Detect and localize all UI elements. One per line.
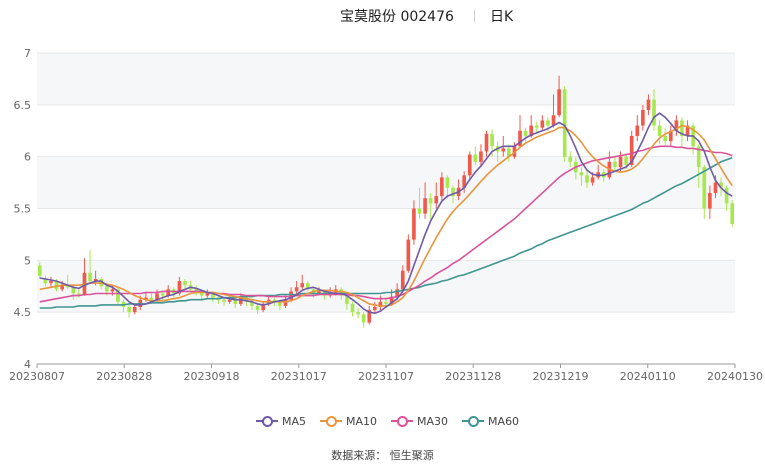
candle-body (585, 175, 589, 183)
candle-body (479, 151, 483, 162)
candle-body (579, 172, 584, 176)
candle-body (227, 299, 232, 302)
candle-body (434, 196, 439, 204)
legend: MA5 MA10 MA30 MA60 (256, 412, 519, 430)
candle-body (546, 120, 550, 126)
x-tick-label: 20240110 (620, 370, 676, 383)
candle-body (641, 110, 645, 126)
legend-swatch-ma10 (320, 415, 343, 427)
candle-body (484, 133, 489, 152)
candle-body (557, 89, 561, 116)
legend-item-ma30[interactable]: MA30 (391, 415, 448, 428)
candle-body (428, 198, 433, 204)
y-tick-label: 5 (24, 254, 31, 267)
candle-body (467, 154, 472, 176)
candle-body (445, 177, 450, 188)
candle-body (417, 208, 422, 214)
legend-swatch-ma60 (462, 415, 485, 427)
candle-body (713, 182, 718, 193)
candle-body (730, 203, 735, 225)
candle-body (132, 306, 137, 313)
legend-swatch-ma30 (391, 415, 414, 427)
x-tick-label: 20231107 (358, 370, 414, 383)
legend-item-ma60[interactable]: MA60 (462, 415, 519, 428)
candle-body (635, 125, 640, 136)
candlestick-chart: 44.555.566.5720230807 20230828 20230918 202… (9, 47, 763, 383)
x-tick-label: 20231128 (445, 370, 501, 383)
x-tick-label: 20231017 (271, 370, 327, 383)
legend-label-ma10: MA10 (346, 414, 378, 428)
candle-body (534, 125, 539, 128)
candle-body (663, 135, 668, 142)
candle-body (294, 287, 299, 292)
candle-body (406, 239, 411, 271)
candle-body (384, 301, 388, 304)
candle-body (590, 177, 595, 183)
candle-body (110, 289, 115, 292)
candle-body (361, 314, 366, 323)
candle-body (300, 283, 305, 288)
candle-body (624, 156, 628, 165)
legend-label-ma60: MA60 (488, 414, 520, 428)
candle-body (490, 133, 494, 147)
candle-body (702, 167, 707, 209)
candle-body (646, 99, 651, 111)
candle-body (724, 187, 729, 204)
legend-item-ma10[interactable]: MA10 (320, 415, 377, 428)
candle-body (473, 154, 478, 162)
candle-body (149, 297, 154, 300)
y-tick-label: 7 (24, 47, 31, 60)
x-tick-label: 20230918 (184, 370, 240, 383)
grid-band (37, 53, 735, 105)
y-tick-label: 5.5 (14, 203, 32, 216)
candle-body (160, 293, 165, 296)
data-source-note: 数据来源： 恒生聚源 (331, 449, 434, 462)
candle-body (400, 270, 405, 290)
y-tick-label: 6.5 (14, 99, 32, 112)
candle-body (222, 299, 226, 302)
candle-body (568, 156, 573, 162)
candle-body (127, 306, 131, 313)
candle-body (501, 148, 506, 152)
candle-body (88, 272, 92, 282)
candle-body (350, 303, 355, 313)
legend-item-ma5[interactable]: MA5 (256, 415, 306, 428)
x-tick-label: 20230807 (9, 370, 65, 383)
candle-body (562, 89, 567, 157)
legend-swatch-ma5 (256, 415, 278, 427)
candle-body (423, 198, 427, 214)
candle-body (613, 161, 617, 168)
candle-body (618, 156, 623, 168)
candle-body (708, 192, 712, 209)
candle-body (255, 305, 260, 311)
candle-body (440, 177, 444, 197)
x-tick-label: 20230828 (96, 370, 152, 383)
y-tick-label: 6 (24, 151, 31, 164)
candle-body (657, 125, 662, 136)
candle-body (183, 281, 187, 286)
legend-label-ma30: MA30 (417, 414, 449, 428)
legend-label-ma5: MA5 (282, 414, 307, 428)
candle-body (540, 120, 545, 128)
candle-body (205, 293, 210, 296)
x-tick-label: 20231219 (533, 370, 589, 383)
candle-body (104, 286, 109, 292)
x-tick-label: 20240130 (707, 370, 763, 383)
candle-body (412, 208, 416, 240)
candle-body (49, 281, 53, 284)
candle-body (523, 130, 528, 136)
candle-body (652, 99, 656, 126)
candle-body (373, 306, 377, 311)
candle-body (37, 265, 42, 276)
candle-body (356, 312, 360, 315)
y-tick-label: 4.5 (14, 306, 32, 319)
